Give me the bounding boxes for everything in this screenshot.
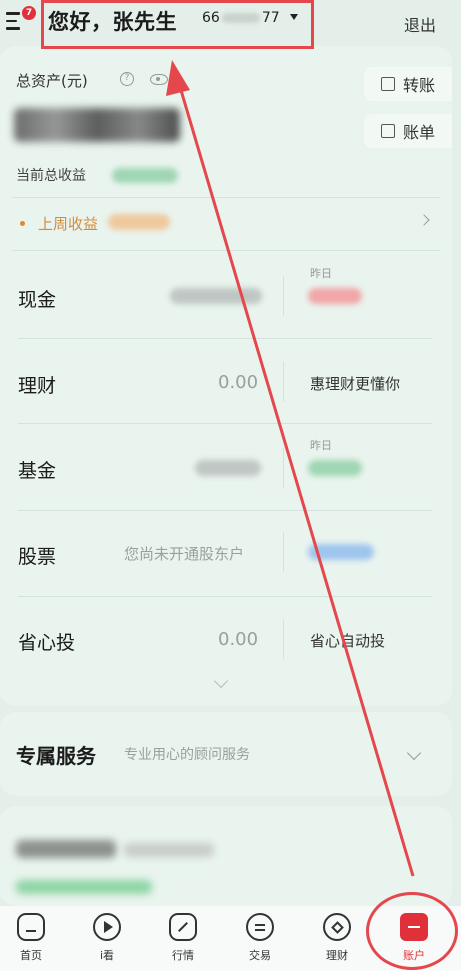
annotation-arrow (166, 60, 415, 877)
